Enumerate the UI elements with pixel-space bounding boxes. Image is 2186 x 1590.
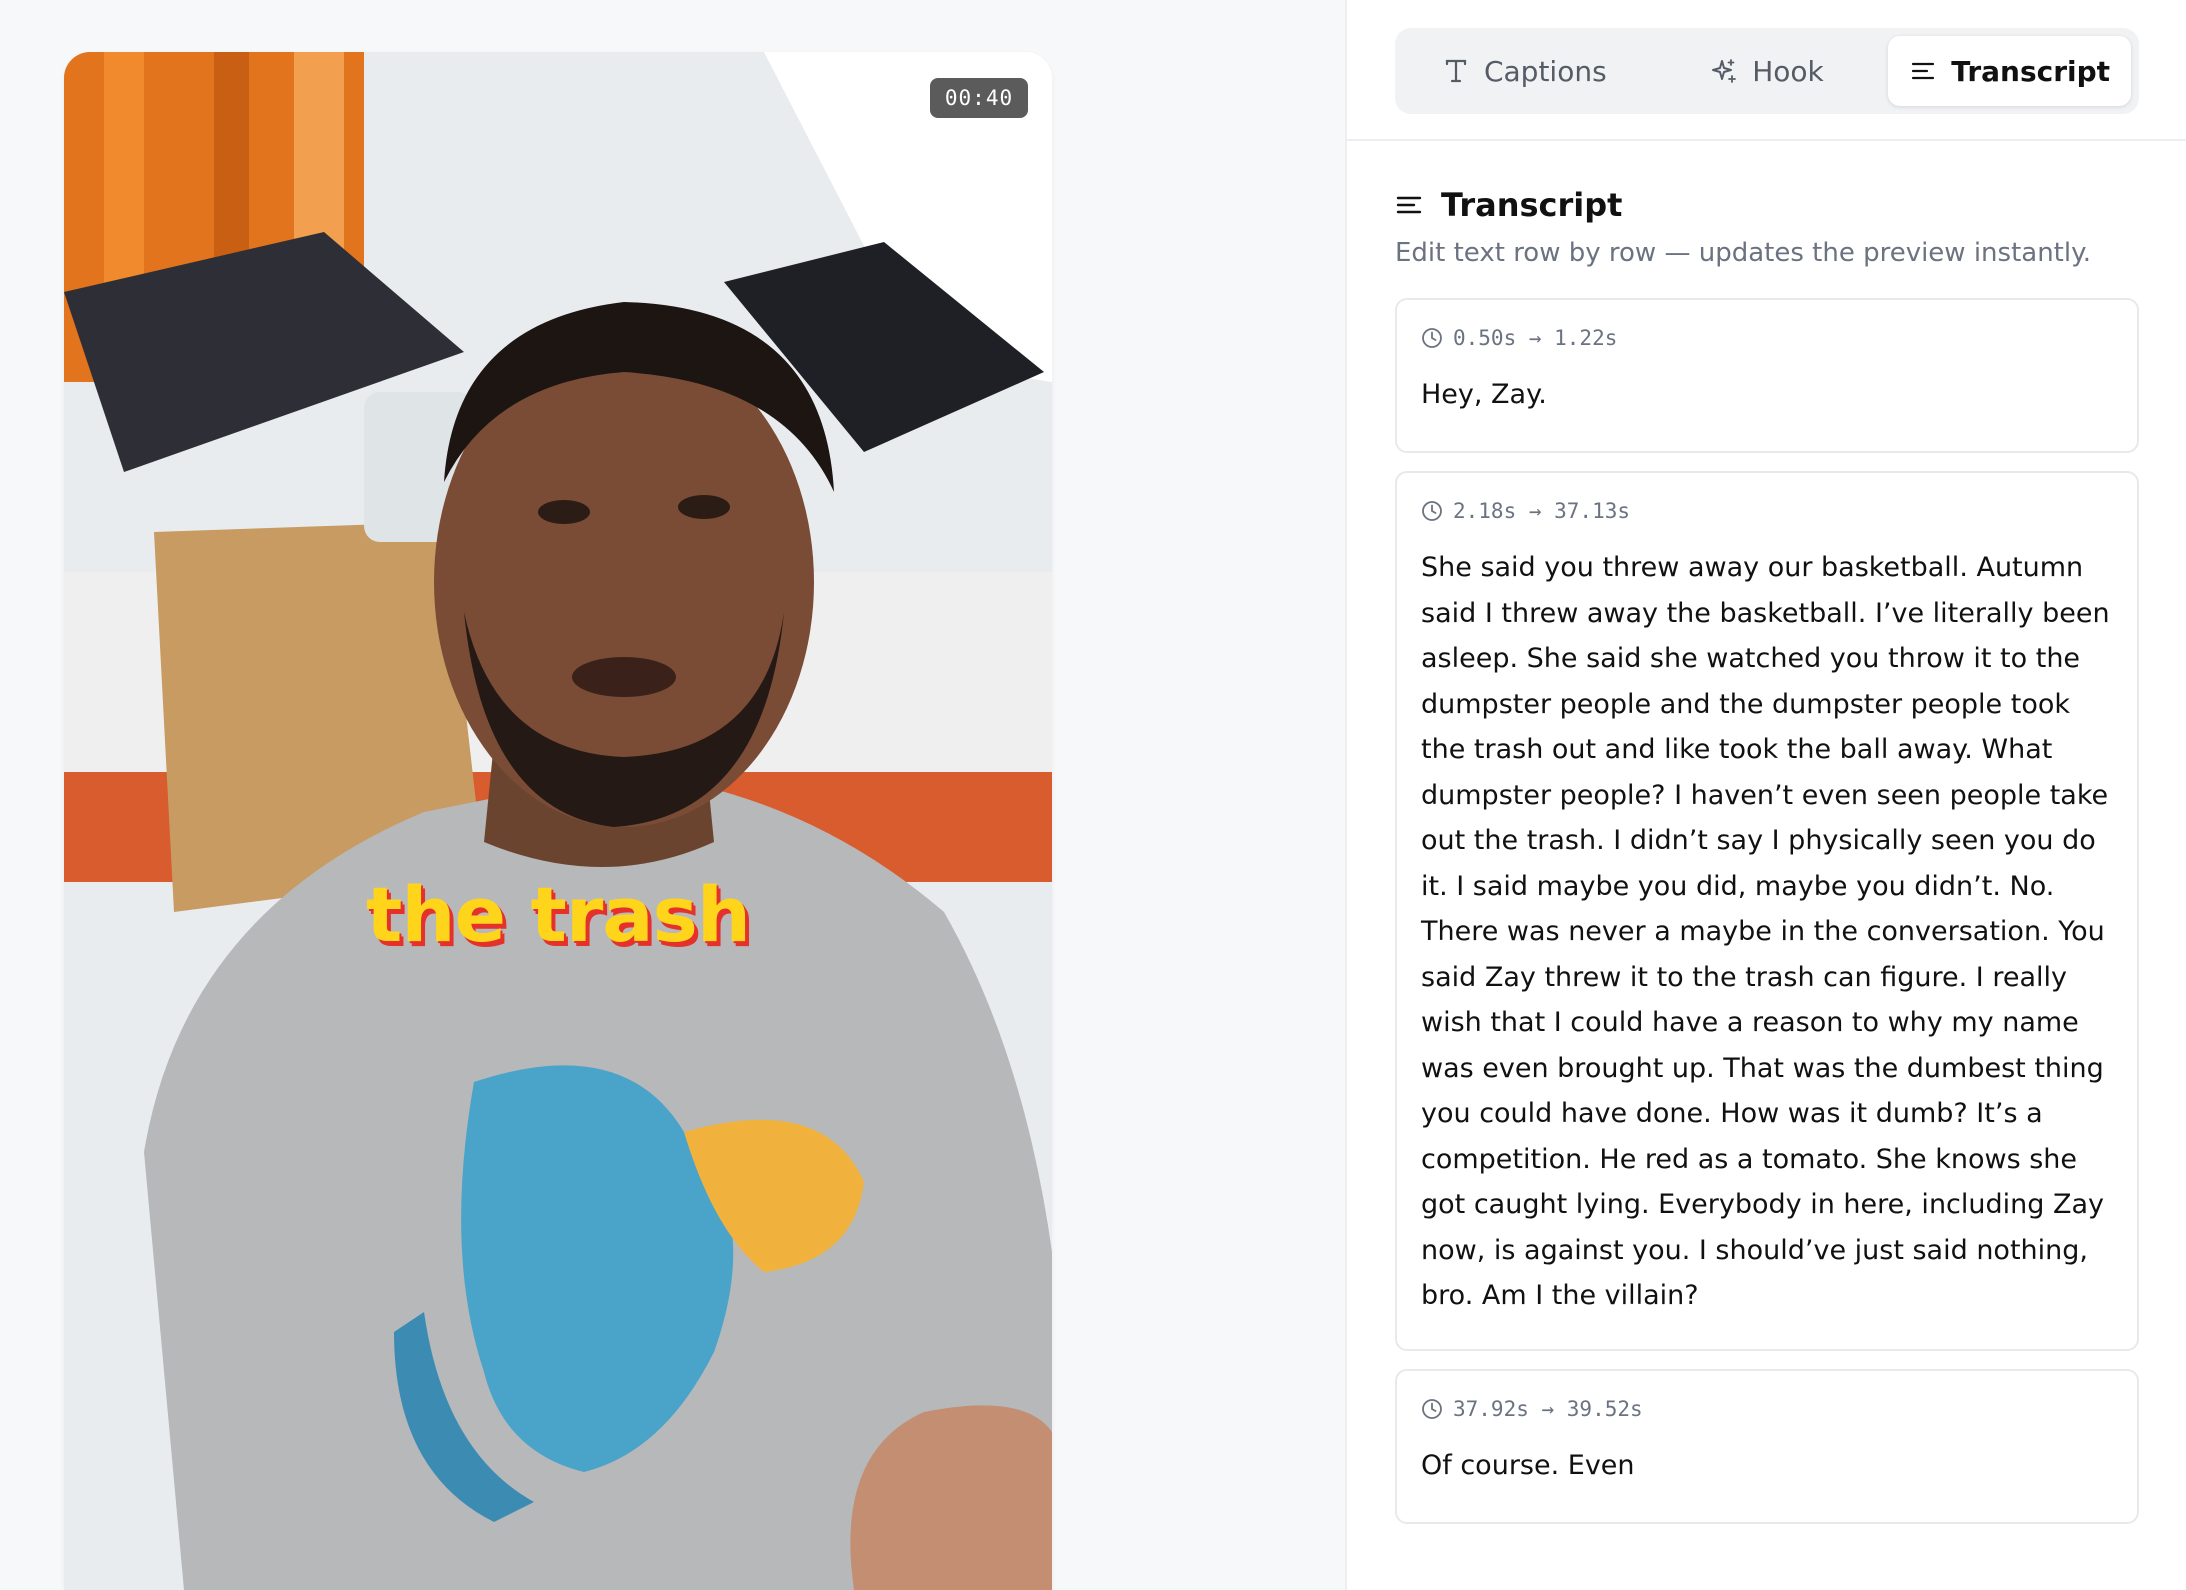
sparkle-icon	[1712, 59, 1737, 83]
row-timecode: 2.18s → 37.13s	[1421, 499, 2113, 523]
tab-bar: Captions Hook Transcript	[1395, 28, 2139, 114]
video-preview[interactable]: 00:40 the trash	[64, 52, 1052, 1590]
transcript-row[interactable]: 0.50s → 1.22s Hey, Zay.	[1395, 298, 2139, 453]
tab-transcript-label: Transcript	[1951, 54, 2111, 88]
clock-icon	[1422, 328, 1442, 348]
editor-panel: Captions Hook Transcript Transcript Edit…	[1345, 0, 2186, 1590]
row-time-range: 37.92s → 39.52s	[1453, 1397, 1643, 1421]
row-timecode: 0.50s → 1.22s	[1421, 326, 2113, 350]
clock-icon	[1422, 1399, 1442, 1419]
lines-icon	[1396, 196, 1422, 214]
tab-hook-label: Hook	[1752, 54, 1824, 88]
row-time-range: 0.50s → 1.22s	[1453, 326, 1618, 350]
text-t-icon	[1445, 59, 1467, 83]
row-text-editable[interactable]: Hey, Zay.	[1421, 372, 2113, 418]
panel-divider	[1347, 139, 2186, 141]
transcript-row[interactable]: 37.92s → 39.52s Of course. Even	[1395, 1369, 2139, 1524]
video-timestamp-badge: 00:40	[930, 78, 1028, 118]
tab-transcript[interactable]: Transcript	[1888, 36, 2132, 106]
row-timecode: 37.92s → 39.52s	[1421, 1397, 2113, 1421]
row-text-editable[interactable]: She said you threw away our basketball. …	[1421, 545, 2113, 1319]
row-time-range: 2.18s → 37.13s	[1453, 499, 1631, 523]
caption-overlay-text: the trash	[366, 870, 751, 959]
tab-captions[interactable]: Captions	[1403, 36, 1646, 106]
lines-icon	[1912, 62, 1935, 80]
video-frame	[64, 52, 1052, 1590]
transcript-row[interactable]: 2.18s → 37.13s She said you threw away o…	[1395, 471, 2139, 1351]
row-text-editable[interactable]: Of course. Even	[1421, 1443, 2113, 1489]
transcript-rows: 0.50s → 1.22s Hey, Zay. 2.18s → 37.13s S…	[1395, 298, 2139, 1542]
transcript-header: Transcript	[1395, 186, 1622, 224]
section-subtitle: Edit text row by row — updates the previ…	[1395, 238, 2092, 268]
tab-captions-label: Captions	[1483, 54, 1607, 88]
clock-icon	[1422, 501, 1442, 521]
tab-hook[interactable]: Hook	[1646, 36, 1889, 106]
section-title: Transcript	[1441, 186, 1623, 224]
